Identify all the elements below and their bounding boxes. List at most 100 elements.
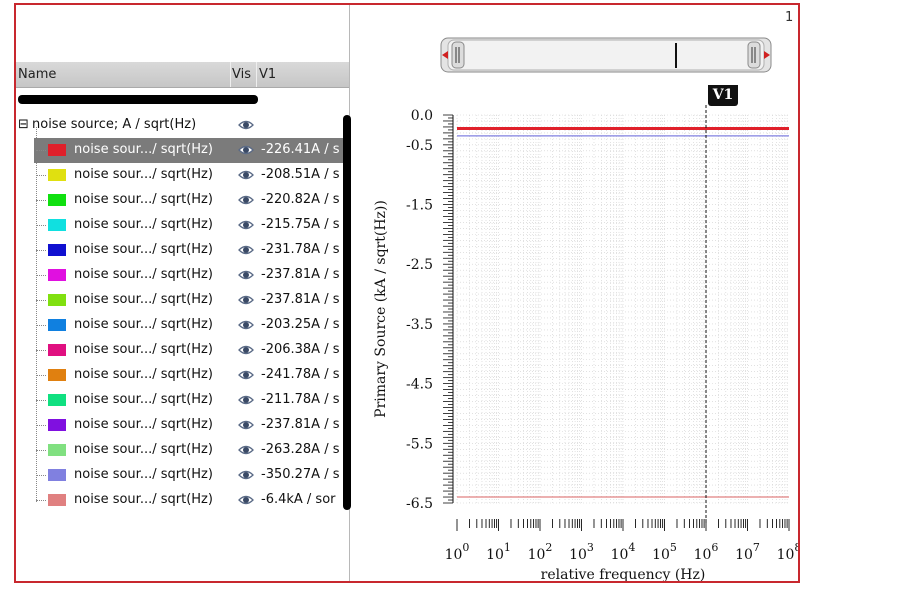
eye-icon[interactable] <box>238 293 254 307</box>
eye-icon[interactable] <box>238 168 254 182</box>
column-name-header[interactable]: Name <box>18 67 56 82</box>
expander-icon[interactable]: ⊟ <box>18 117 29 132</box>
tree-connector <box>36 500 46 502</box>
signal-label: noise sour.../ sqrt(Hz) <box>74 167 213 182</box>
signal-label: noise sour.../ sqrt(Hz) <box>74 267 213 282</box>
signal-value: -208.51A / s <box>261 167 340 182</box>
signal-row[interactable]: noise sour.../ sqrt(Hz) -203.25A / s <box>16 313 349 338</box>
signal-row[interactable]: noise sour.../ sqrt(Hz) -241.78A / s <box>16 363 349 388</box>
range-handle-right[interactable] <box>747 41 761 69</box>
x-tick-label: 105 <box>652 541 677 563</box>
signal-row[interactable]: noise sour.../ sqrt(Hz) -350.27A / s <box>16 463 349 488</box>
signal-row[interactable]: noise sour.../ sqrt(Hz) -206.38A / s <box>16 338 349 363</box>
color-swatch <box>48 419 66 431</box>
signal-label: noise sour.../ sqrt(Hz) <box>74 417 213 432</box>
tree-connector <box>36 425 46 427</box>
tree-connector <box>36 225 46 227</box>
zoom-slider[interactable] <box>440 35 772 75</box>
signal-row[interactable]: noise sour.../ sqrt(Hz) -237.81A / s <box>16 413 349 438</box>
signal-label: noise sour.../ sqrt(Hz) <box>74 442 213 457</box>
eye-icon[interactable] <box>238 193 254 207</box>
signal-value: -237.81A / s <box>261 267 340 282</box>
signal-label: noise sour.../ sqrt(Hz) <box>74 342 213 357</box>
tree-connector <box>36 275 46 277</box>
signal-row[interactable]: noise sour.../ sqrt(Hz) -215.75A / s <box>16 213 349 238</box>
cursor-label[interactable]: V1 <box>708 85 738 106</box>
signal-value: -231.78A / s <box>261 242 340 257</box>
signal-label: noise sour.../ sqrt(Hz) <box>74 492 213 507</box>
x-axis-label: relative frequency (Hz) <box>541 567 706 583</box>
signal-label: noise sour.../ sqrt(Hz) <box>74 292 213 307</box>
signal-row[interactable]: noise sour.../ sqrt(Hz) -208.51A / s <box>16 163 349 188</box>
eye-icon[interactable] <box>238 418 254 432</box>
signal-row[interactable]: noise sour.../ sqrt(Hz) -237.81A / s <box>16 263 349 288</box>
signal-value: -241.78A / s <box>261 367 340 382</box>
signal-label: noise sour.../ sqrt(Hz) <box>74 392 213 407</box>
x-tick-label: 106 <box>694 541 719 563</box>
eye-icon[interactable] <box>238 443 254 457</box>
eye-icon[interactable] <box>238 468 254 482</box>
signal-label: noise sour.../ sqrt(Hz) <box>74 467 213 482</box>
eye-icon[interactable] <box>238 343 254 357</box>
signal-row[interactable]: noise sour.../ sqrt(Hz) -263.28A / s <box>16 438 349 463</box>
y-tick-label: -3.5 <box>406 317 433 333</box>
x-tick-label: 101 <box>486 541 511 563</box>
color-swatch <box>48 194 66 206</box>
signal-row[interactable]: noise sour.../ sqrt(Hz) -6.4kA / sor <box>16 488 349 513</box>
eye-icon[interactable] <box>238 318 254 332</box>
group-row[interactable]: ⊟ noise source; A / sqrt(Hz) <box>16 113 349 138</box>
range-handle-left[interactable] <box>451 41 465 69</box>
signal-row[interactable]: noise sour.../ sqrt(Hz) -231.78A / s <box>16 238 349 263</box>
tree-connector <box>36 325 46 327</box>
signal-row[interactable]: noise sour.../ sqrt(Hz) -220.82A / s <box>16 188 349 213</box>
signal-value: -237.81A / s <box>261 292 340 307</box>
color-swatch <box>48 294 66 306</box>
column-header: Name Vis V1 <box>16 62 349 88</box>
color-swatch <box>48 494 66 506</box>
signal-label: noise sour.../ sqrt(Hz) <box>74 367 213 382</box>
y-tick-label: -1.5 <box>406 198 433 214</box>
waveform-window: Name Vis V1 ⊟ noise source; A / sqrt(Hz)… <box>14 3 800 583</box>
y-tick-label: -0.5 <box>406 138 433 154</box>
y-axis-label: Primary Source (kA / sqrt(Hz)) <box>373 200 389 418</box>
signal-row[interactable]: noise sour.../ sqrt(Hz) -237.81A / s <box>16 288 349 313</box>
y-tick-label: 0.0 <box>411 108 433 124</box>
color-swatch <box>48 244 66 256</box>
signal-value: -263.28A / s <box>261 442 340 457</box>
eye-icon[interactable] <box>238 218 254 232</box>
x-tick-label: 100 <box>445 541 470 563</box>
tree-connector <box>36 250 46 252</box>
eye-icon[interactable] <box>238 118 254 132</box>
tree-connector <box>36 300 46 302</box>
signal-value: -203.25A / s <box>261 317 340 332</box>
color-swatch <box>48 319 66 331</box>
column-value-header[interactable]: V1 <box>259 67 276 82</box>
signal-value: -237.81A / s <box>261 417 340 432</box>
tree-connector <box>36 450 46 452</box>
color-swatch <box>48 269 66 281</box>
tree-connector <box>36 175 46 177</box>
signal-row[interactable]: noise sour.../ sqrt(Hz) -226.41A / s <box>34 138 349 163</box>
svg-text:V1: V1 <box>712 87 734 103</box>
eye-icon[interactable] <box>238 268 254 282</box>
signal-label: noise sour.../ sqrt(Hz) <box>74 217 213 232</box>
x-tick-label: 107 <box>735 541 760 563</box>
tree-connector <box>36 350 46 352</box>
redacted-bar <box>18 95 258 104</box>
eye-icon[interactable] <box>238 143 254 157</box>
eye-icon[interactable] <box>238 393 254 407</box>
column-vis-header[interactable]: Vis <box>232 67 251 82</box>
signal-browser-panel: Name Vis V1 ⊟ noise source; A / sqrt(Hz)… <box>16 5 351 581</box>
eye-icon[interactable] <box>238 243 254 257</box>
x-tick-label: 102 <box>528 541 553 563</box>
signal-label: noise sour.../ sqrt(Hz) <box>74 242 213 257</box>
x-tick-label: 108 <box>777 541 799 563</box>
x-tick-label: 104 <box>611 541 636 563</box>
signal-row[interactable]: noise sour.../ sqrt(Hz) -211.78A / s <box>16 388 349 413</box>
color-swatch <box>48 169 66 181</box>
eye-icon[interactable] <box>238 368 254 382</box>
signal-value: -226.41A / s <box>261 142 340 157</box>
tree-connector <box>36 200 46 202</box>
eye-icon[interactable] <box>238 493 254 507</box>
color-swatch <box>48 469 66 481</box>
